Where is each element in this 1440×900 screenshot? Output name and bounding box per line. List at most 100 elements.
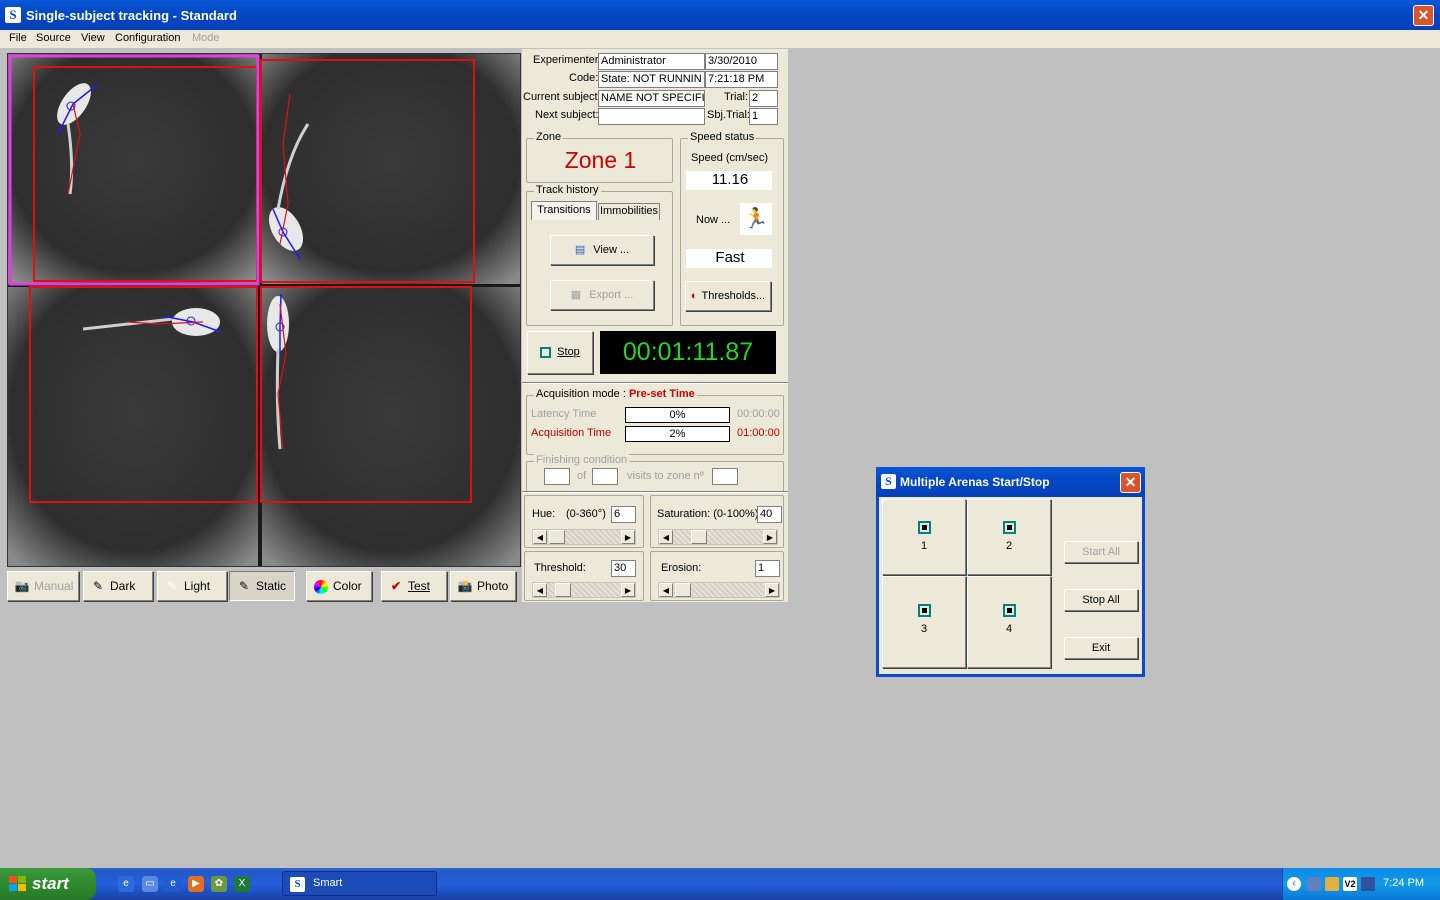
hue-slider-thumb[interactable] [549, 530, 565, 544]
taskbar-item-smart[interactable]: S Smart [282, 871, 437, 896]
dark-button[interactable]: ✎ Dark [83, 571, 153, 601]
browser-icon[interactable]: e [118, 876, 134, 892]
time-field[interactable]: 7:21:18 PM [705, 71, 778, 88]
tool-icon[interactable]: ✿ [211, 876, 227, 892]
tab-immobilities[interactable]: Immobilities [598, 203, 660, 220]
zone-value: Zone 1 [564, 147, 637, 173]
speed-value: 11.16 [686, 171, 772, 190]
scroll-left-icon[interactable]: ◀ [659, 583, 673, 597]
arena-2-button[interactable]: 2 [967, 499, 1051, 575]
scroll-right-icon[interactable]: ▶ [621, 530, 635, 544]
control-panel: Experimenter: Administrator 3/30/2010 Co… [522, 49, 788, 602]
erosion-slider-thumb[interactable] [675, 583, 691, 597]
scroll-left-icon[interactable]: ◀ [659, 530, 673, 544]
hue-field[interactable]: 6 [611, 506, 636, 523]
taskbar-item-label: Smart [313, 877, 343, 889]
scroll-left-icon[interactable]: ◀ [533, 530, 547, 544]
code-field[interactable]: State: NOT RUNNIN [598, 71, 705, 88]
manual-button[interactable]: 📷 Manual [7, 571, 79, 601]
hue-slider[interactable]: ◀ ▶ [532, 529, 636, 545]
menu-source[interactable]: Source [36, 32, 71, 44]
thresholds-button[interactable]: ◐ Thresholds... [685, 281, 771, 311]
color-button[interactable]: Color [306, 571, 372, 601]
export-icon: ▦ [570, 289, 582, 301]
stop-all-button[interactable]: Stop All [1064, 589, 1138, 611]
checkmark-icon: ✔ [390, 579, 402, 593]
static-button[interactable]: ✎ Static [229, 571, 295, 601]
menu-bar: File Source View Configuration Mode [0, 30, 1440, 48]
view-button[interactable]: ▤ View ... [550, 235, 654, 265]
zone-number-field[interactable] [712, 468, 738, 485]
acquisition-mode-label: Acquisition mode : [536, 388, 626, 400]
trial-field[interactable]: 2 [749, 90, 778, 107]
tab-transitions[interactable]: Transitions [531, 201, 597, 220]
finishing-count-field[interactable] [544, 468, 570, 485]
start-button[interactable]: start [0, 868, 96, 900]
latency-progress: 0% [625, 407, 730, 423]
menu-view[interactable]: View [81, 32, 105, 44]
media-player-icon[interactable]: ▶ [188, 876, 204, 892]
start-all-button[interactable]: Start All [1064, 541, 1138, 563]
next-subject-field[interactable] [598, 108, 705, 125]
elapsed-timer: 00:01:11.87 [600, 331, 776, 374]
monitor-icon[interactable] [1361, 877, 1375, 891]
arena-1-button[interactable]: 1 [882, 499, 966, 575]
close-icon[interactable]: ✕ [1120, 472, 1141, 493]
track-history-group: Track history Transitions Immobilities ▤… [526, 184, 673, 326]
chevron-left-icon[interactable]: ‹ [1287, 877, 1301, 891]
scroll-right-icon[interactable]: ▶ [621, 583, 635, 597]
light-button[interactable]: ✎ Light [157, 571, 227, 601]
sbj-trial-field[interactable]: 1 [749, 108, 778, 125]
stop-square-icon [540, 346, 552, 358]
exit-button[interactable]: Exit [1064, 637, 1138, 659]
network-icon[interactable] [1307, 877, 1321, 891]
erosion-field[interactable]: 1 [755, 560, 780, 577]
internet-explorer-icon[interactable]: e [165, 876, 181, 892]
photo-button[interactable]: 📸 Photo [450, 571, 516, 601]
finishing-total-field[interactable] [592, 468, 618, 485]
saturation-slider-thumb[interactable] [691, 530, 707, 544]
clock: 7:24 PM [1383, 877, 1424, 889]
folder-icon[interactable] [1325, 877, 1339, 891]
zone-group: Zone Zone 1 [526, 131, 673, 183]
arena-4-button[interactable]: 4 [967, 576, 1051, 668]
erosion-slider[interactable]: ◀ ▶ [658, 582, 780, 598]
thresholds-label: Thresholds... [701, 290, 766, 302]
start-label: start [32, 874, 69, 893]
saturation-slider[interactable]: ◀ ▶ [658, 529, 778, 545]
threshold-slider[interactable]: ◀ ▶ [532, 582, 636, 598]
scroll-right-icon[interactable]: ▶ [765, 583, 779, 597]
color-label: Color [333, 579, 362, 593]
finishing-condition-group: Finishing condition of visits to zone nº [526, 454, 784, 493]
test-button[interactable]: ✔ Test [381, 571, 447, 601]
current-subject-field[interactable]: NAME NOT SPECIFI [598, 90, 705, 107]
photo-label: Photo [477, 579, 509, 593]
stop-button[interactable]: Stop [527, 331, 593, 374]
arena-3-button[interactable]: 3 [882, 576, 966, 668]
sbj-trial-label: Sbj.Trial: [707, 109, 750, 121]
threshold-field[interactable]: 30 [611, 560, 636, 577]
smart-logo-icon: S [881, 474, 896, 489]
photo-camera-icon: 📸 [457, 579, 473, 593]
video-feed[interactable] [7, 53, 521, 567]
close-icon[interactable]: ✕ [1413, 5, 1434, 26]
excel-icon[interactable]: X [234, 876, 250, 892]
menu-configuration[interactable]: Configuration [115, 32, 180, 44]
stop-square-icon [917, 604, 931, 617]
threshold-group: Threshold: 30 ◀ ▶ [524, 551, 644, 601]
date-field[interactable]: 3/30/2010 [705, 53, 778, 70]
dark-label: Dark [110, 579, 136, 593]
menu-file[interactable]: File [9, 32, 27, 44]
scroll-left-icon[interactable]: ◀ [533, 583, 547, 597]
stop-square-icon [1002, 521, 1016, 534]
export-button[interactable]: ▦ Export ... [550, 280, 654, 310]
finishing-condition-label: Finishing condition [534, 454, 630, 466]
scroll-right-icon[interactable]: ▶ [763, 530, 777, 544]
desktop-icon[interactable]: ▭ [142, 876, 158, 892]
experimenter-field[interactable]: Administrator [598, 53, 705, 70]
vnc-icon[interactable]: V2 [1343, 877, 1357, 891]
saturation-field[interactable]: 40 [757, 506, 782, 523]
latency-progress-text: 0% [669, 409, 686, 421]
threshold-slider-thumb[interactable] [555, 583, 571, 597]
camera-icon: 📷 [14, 579, 30, 593]
